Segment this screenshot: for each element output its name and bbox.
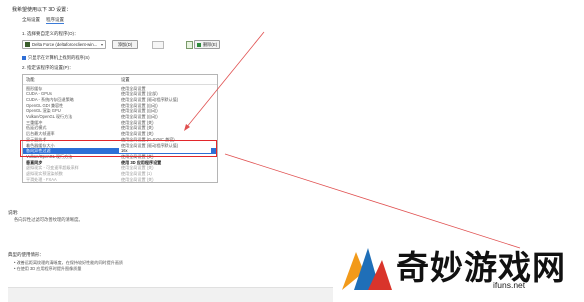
checkbox-checked-icon (22, 56, 26, 60)
show-found-programs-checkbox[interactable]: 只显示在计算机上找到的程序(S) (22, 55, 90, 61)
setting-cell: 使用全局设置 (关) (121, 176, 154, 182)
chevron-down-icon: ▾ (100, 42, 103, 47)
delete-program-button[interactable]: 删除(E) (194, 40, 220, 49)
table-row[interactable]: 平滑处理 - FXAA 使用全局设置 (关) (23, 176, 217, 182)
column-header-feature: 功能 (26, 77, 35, 82)
usage-item: • 在使用 3D 应用程序时提升图像质量 (14, 266, 82, 271)
column-header-setting: 设置 (121, 77, 130, 82)
program-select[interactable]: Delta Force (deltaforceclient-win... ▾ (22, 40, 106, 49)
tab-global-settings[interactable]: 全局设置 (22, 17, 40, 24)
select-program-label: 1. 选择要自定义的程序(O)： (22, 31, 79, 36)
highlight-annotation-box (20, 140, 217, 157)
description-label: 说明: (8, 210, 19, 215)
watermark-url: ifuns.net (493, 280, 526, 290)
program-select-value: Delta Force (deltaforceclient-win... (32, 42, 98, 47)
program-image-icon (186, 41, 193, 49)
feature-cell: 平滑处理 - FXAA (26, 176, 57, 182)
usage-label: 典型的使用情形： (8, 252, 44, 257)
program-icon (25, 42, 30, 47)
settings-grid-header: 功能 设置 (23, 75, 217, 85)
settings-grid: 功能 设置 图形缓存 使用全局设置 CUDA - GPUs 使用全局设置 (全部) CU… (22, 74, 218, 183)
watermark-logo-icon (342, 248, 392, 290)
dialog-title: 我希望使用以下 3D 设置： (12, 7, 72, 13)
add-program-button[interactable]: 添加(D) (112, 40, 138, 49)
restore-button[interactable] (152, 41, 164, 49)
status-bar (8, 287, 333, 302)
tab-program-settings[interactable]: 程序设置 (46, 17, 64, 24)
tab-strip: 全局设置 程序设置 (22, 17, 64, 24)
description-text: 各向异性过滤可改善纹理的清晰度。 (14, 217, 83, 222)
watermark-brand: 奇妙游戏网 (396, 248, 566, 287)
specify-settings-label: 2. 指定该程序的设置(P)： (22, 65, 74, 70)
checkbox-label: 只显示在计算机上找到的程序(S) (28, 55, 90, 60)
delete-button-label: 删除(E) (202, 41, 218, 47)
delete-icon (196, 42, 201, 47)
